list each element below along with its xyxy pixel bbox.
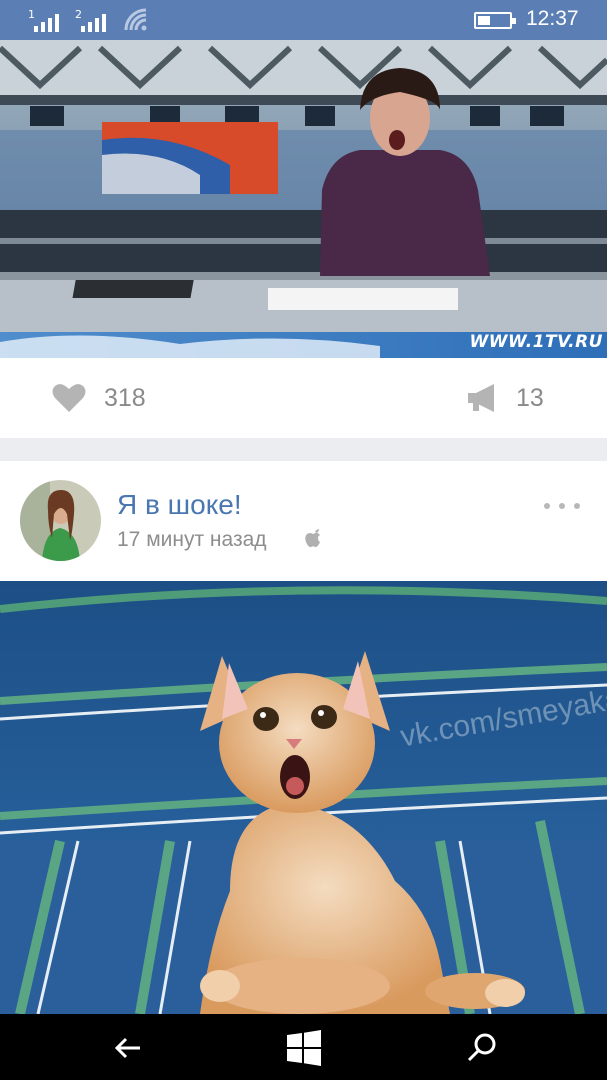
navigation-bar <box>0 1014 607 1080</box>
news-photo[interactable]: WWW.1TV.RU <box>0 40 607 358</box>
cat-photo[interactable]: vk.com/smeyaka <box>0 581 607 1014</box>
heart-icon <box>52 384 86 412</box>
likes-count: 318 <box>104 383 146 412</box>
cat-photo-illustration <box>0 581 607 1014</box>
post-actions: 318 13 <box>0 358 607 438</box>
search-icon[interactable] <box>462 1028 502 1068</box>
reposts-count: 13 <box>516 383 544 412</box>
megaphone-icon <box>468 384 494 412</box>
avatar[interactable] <box>20 480 101 561</box>
post-header: Я в шоке! 17 минут назад <box>0 461 607 581</box>
status-bar: 1 2 12:37 <box>0 0 607 40</box>
app-screen: 1 2 12:37 WWW.1TV.RU 318 13 Я в шоке! 17… <box>0 0 607 1080</box>
news-photo-illustration <box>0 40 607 358</box>
post-title[interactable]: Я в шоке! <box>117 489 242 521</box>
back-arrow-icon[interactable] <box>108 1028 148 1068</box>
apple-icon <box>305 529 320 547</box>
news-watermark: WWW.1TV.RU <box>469 332 603 352</box>
clock: 12:37 <box>526 7 579 30</box>
windows-start-icon[interactable] <box>284 1028 324 1068</box>
wifi-icon <box>124 8 147 31</box>
post-time: 17 минут назад <box>117 528 267 551</box>
like-button[interactable]: 318 <box>52 380 146 416</box>
more-icon[interactable] <box>544 499 580 513</box>
share-button[interactable]: 13 <box>466 380 544 416</box>
battery-icon <box>474 12 516 29</box>
